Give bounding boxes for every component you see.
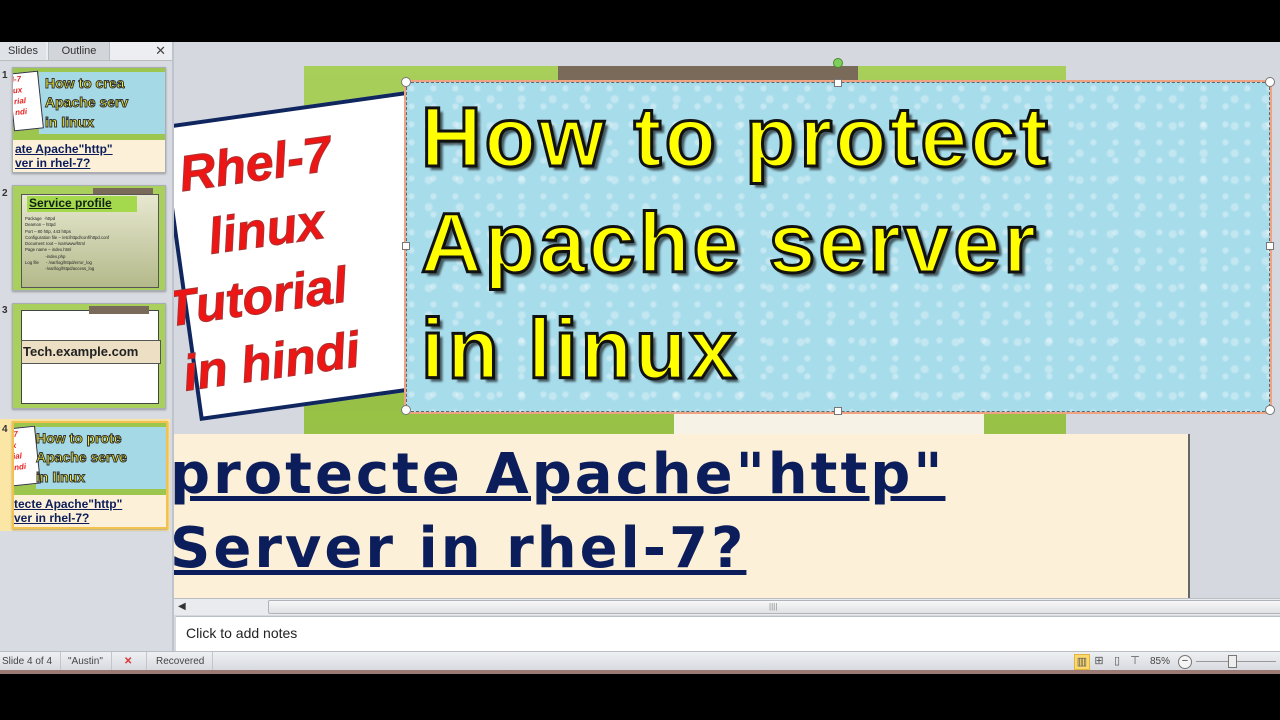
title-line: Apache server — [419, 195, 1040, 292]
thumb-body: Package -httpd Deamon – httpd Port – 80 … — [25, 216, 110, 272]
slide-number: 2 — [2, 188, 8, 199]
slideshow-view-icon[interactable]: ⊤ — [1128, 654, 1142, 668]
slide-number: 4 — [2, 424, 8, 435]
taskbar-strip — [0, 670, 1280, 674]
spellcheck-icon[interactable]: ✕ — [116, 652, 147, 671]
card-text: ndi — [14, 106, 28, 118]
reading-view-icon[interactable]: ▯ — [1110, 654, 1124, 668]
slides-panel: Slides Outline ✕ 1 l-7 ux rial ndi How t… — [0, 42, 174, 651]
thumb-banner: Tech.example.com — [23, 344, 139, 359]
resize-handle[interactable] — [1265, 405, 1275, 415]
title-textbox[interactable]: How to protect Apache server in linux — [404, 80, 1272, 414]
recovered-status: Recovered — [148, 652, 214, 671]
slide-number: 3 — [2, 305, 8, 316]
thumb-subtitle-line: tecte Apache"http" — [14, 497, 123, 511]
resize-handle[interactable] — [401, 77, 411, 87]
subtitle-textbox[interactable]: protecte Apache"http" Server in rhel-7? — [174, 434, 1190, 598]
resize-handle[interactable] — [834, 79, 842, 87]
notes-placeholder[interactable]: Click to add notes — [186, 625, 297, 641]
subtitle-line: Server in rhel-7? — [174, 516, 747, 581]
scrollbar-thumb[interactable]: |||| — [268, 600, 1280, 614]
thumb-subtitle-line: ver in rhel-7? — [15, 156, 91, 170]
tab-slides[interactable]: Slides — [0, 42, 46, 60]
title-line: How to protect — [420, 89, 1051, 186]
zoom-level[interactable]: 85% — [1150, 652, 1170, 671]
resize-handle[interactable] — [402, 242, 410, 250]
thumb-title-line: Apache serv — [44, 94, 129, 110]
slide-number: 1 — [2, 70, 8, 81]
slide-counter: Slide 4 of 4 — [0, 652, 62, 671]
powerpoint-window: Slides Outline ✕ 1 l-7 ux rial ndi How t… — [0, 42, 1280, 674]
slide-decoration-bar — [558, 66, 858, 80]
slide-sorter-view-icon[interactable]: ⊞ — [1092, 654, 1106, 668]
thumb-title-line: How to prote — [36, 430, 123, 446]
subtitle-line: protecte Apache"http" — [174, 442, 946, 507]
zoom-slider-knob[interactable] — [1228, 655, 1237, 668]
status-bar: Slide 4 of 4 "Austin" ✕ Recovered ▥ ⊞ ▯ … — [0, 651, 1280, 671]
resize-handle[interactable] — [834, 407, 842, 415]
thumb-title-line: Apache serve — [35, 449, 128, 465]
tab-outline[interactable]: Outline — [48, 42, 110, 60]
slide-thumbnail-2[interactable]: Service profile Package -httpd Deamon – … — [12, 185, 166, 291]
slide-thumbnail-4[interactable]: -7 x ial ndi How to prote Apache serve i… — [12, 421, 168, 529]
horizontal-scrollbar[interactable]: ◀ |||| — [174, 598, 1280, 615]
thumb-title-line: in linux — [36, 469, 86, 485]
thumb-subtitle-line: ate Apache"http" — [15, 142, 113, 156]
scroll-left-arrow-icon[interactable]: ◀ — [178, 599, 186, 615]
slide-editor[interactable]: Rhel-7 linux Tutorial in hindi How to pr… — [174, 42, 1280, 598]
zoom-out-button[interactable]: − — [1178, 655, 1192, 669]
slide-thumbnail-3[interactable]: Tech.example.com — [12, 303, 166, 409]
resize-handle[interactable] — [1266, 242, 1274, 250]
thumb-heading: Service profile — [29, 196, 112, 210]
card-line: linux — [204, 193, 328, 266]
card-line: Rhel-7 — [175, 125, 335, 203]
thumb-title-line: in linux — [45, 114, 95, 130]
theme-name: "Austin" — [60, 652, 112, 671]
resize-handle[interactable] — [1265, 77, 1275, 87]
notes-pane[interactable]: Click to add notes — [176, 616, 1280, 651]
grip-icon: |||| — [769, 602, 778, 611]
rotate-handle[interactable] — [833, 58, 843, 68]
close-panel-icon[interactable]: ✕ — [155, 42, 166, 60]
title-line: in linux — [420, 301, 739, 398]
panel-tabs: Slides Outline ✕ — [0, 42, 172, 61]
slide-thumbnail-1[interactable]: l-7 ux rial ndi How to crea Apache serv … — [12, 67, 166, 173]
card-text: ndi — [13, 461, 27, 473]
thumb-title-line: How to crea — [44, 75, 125, 91]
thumb-subtitle-line: ver in rhel-7? — [14, 511, 90, 525]
normal-view-icon[interactable]: ▥ — [1074, 654, 1090, 670]
resize-handle[interactable] — [401, 405, 411, 415]
